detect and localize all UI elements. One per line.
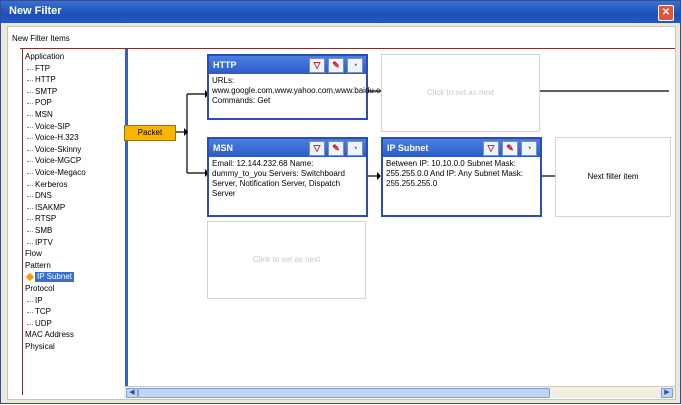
filter-icon[interactable]: ▽ xyxy=(483,141,499,156)
card-title: HTTP xyxy=(213,60,237,70)
card-header: HTTP ▽ ✎ ◔ xyxy=(209,56,366,74)
new-filter-window: New Filter ✕ New Filter Items Applicatio… xyxy=(0,0,681,404)
edit-icon[interactable]: ✎ xyxy=(328,141,344,156)
edit-icon[interactable]: ✎ xyxy=(502,141,518,156)
filter-icon[interactable]: ▽ xyxy=(309,141,325,156)
set-next-slot-bottom[interactable]: Click to set as next xyxy=(207,221,366,299)
delete-icon[interactable]: ◔ xyxy=(521,141,537,156)
filter-icon[interactable]: ▽ xyxy=(309,58,325,73)
card-title: IP Subnet xyxy=(387,143,429,153)
http-filter-card[interactable]: HTTP ▽ ✎ ◔ URLs: www.google.com,www.yaho… xyxy=(207,54,392,120)
edit-icon[interactable]: ✎ xyxy=(328,58,344,73)
card-title: MSN xyxy=(213,143,233,153)
delete-icon[interactable]: ◔ xyxy=(347,58,363,73)
card-header: MSN ▽ ✎ ◔ xyxy=(209,139,366,157)
packet-node[interactable]: Packet xyxy=(124,125,176,141)
next-filter-item[interactable]: Next filter item xyxy=(555,137,671,217)
card-body: Between IP: 10.10.0.0 Subnet Mask: 255.2… xyxy=(386,159,523,188)
ip-subnet-filter-card[interactable]: IP Subnet ▽ ✎ ◔ Between IP: 10.10.0.0 Su… xyxy=(381,137,542,217)
card-body: URLs: www.google.com,www.yahoo.com,www.b… xyxy=(212,76,392,105)
card-body: Email: 12.144.232.68 Name: dummy_to_you … xyxy=(212,159,345,198)
card-header: IP Subnet ▽ ✎ ◔ xyxy=(383,139,540,157)
delete-icon[interactable]: ◔ xyxy=(347,141,363,156)
set-next-slot-top[interactable]: Click to set as next xyxy=(381,54,540,132)
msn-filter-card[interactable]: MSN ▽ ✎ ◔ Email: 12.144.232.68 Name: dum… xyxy=(207,137,368,217)
